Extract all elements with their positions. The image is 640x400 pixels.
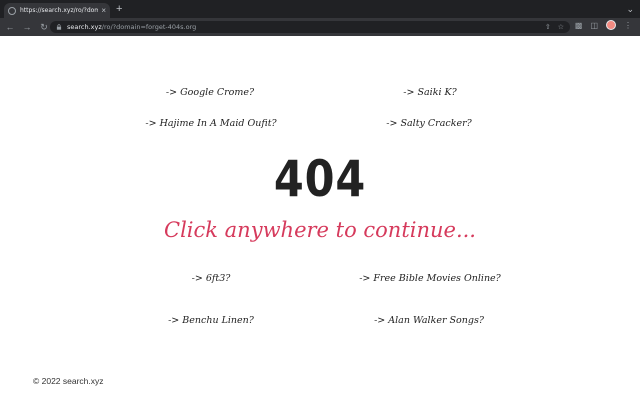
- tab-strip: https://search.xyz/ro/?domain= × + ⌄: [0, 0, 640, 18]
- url-host: search.xyz: [67, 23, 102, 31]
- forward-button[interactable]: →: [20, 20, 34, 34]
- suggestion-link[interactable]: -> Free Bible Movies Online?: [359, 273, 501, 284]
- back-button[interactable]: ←: [3, 20, 17, 34]
- address-bar[interactable]: search.xyz/ro/?domain=forget-404s.org ⇧ …: [50, 21, 570, 33]
- suggestion-link[interactable]: -> Salty Cracker?: [386, 118, 471, 129]
- new-tab-button[interactable]: +: [116, 3, 122, 15]
- lock-icon: [56, 24, 62, 30]
- tab-title: https://search.xyz/ro/?domain=: [20, 7, 99, 14]
- url-text: search.xyz/ro/?domain=forget-404s.org: [67, 23, 196, 31]
- suggestion-link[interactable]: -> Saiki K?: [403, 87, 456, 98]
- bookmark-star-icon[interactable]: ☆: [558, 23, 564, 31]
- copyright-footer: © 2022 search.xyz: [33, 376, 104, 386]
- globe-icon: [8, 6, 16, 15]
- menu-dots-icon[interactable]: ⋮: [624, 21, 632, 30]
- suggestion-link[interactable]: -> Hajime In A Maid Oufit?: [145, 118, 276, 129]
- close-tab-button[interactable]: ×: [101, 6, 106, 15]
- suggestion-link[interactable]: -> Alan Walker Songs?: [374, 315, 484, 326]
- suggestion-link[interactable]: -> 6ft3?: [192, 273, 231, 284]
- share-icon[interactable]: ⇧: [545, 23, 551, 31]
- suggestion-link[interactable]: -> Benchu Linen?: [168, 315, 254, 326]
- avatar[interactable]: [606, 20, 616, 30]
- reload-button[interactable]: ↻: [37, 20, 51, 34]
- browser-tab[interactable]: https://search.xyz/ro/?domain= ×: [4, 3, 110, 18]
- suggestion-link[interactable]: -> Google Crome?: [166, 87, 254, 98]
- chevron-down-icon[interactable]: ⌄: [626, 4, 634, 15]
- continue-prompt[interactable]: Click anywhere to continue...: [164, 218, 476, 242]
- url-path: /ro/?domain=forget-404s.org: [101, 23, 197, 31]
- sidebar-icon[interactable]: ◫: [590, 21, 598, 30]
- error-code: 404: [273, 150, 367, 208]
- extension-puzzle-icon[interactable]: ▩: [575, 21, 583, 30]
- extensions-area: ▩ ◫ ⋮: [575, 20, 632, 30]
